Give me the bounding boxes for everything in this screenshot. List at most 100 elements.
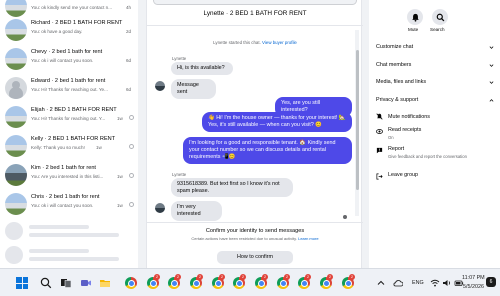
- mute-button[interactable]: [407, 9, 423, 25]
- search-label: Search: [430, 27, 445, 32]
- notification-badge: 2: [305, 274, 311, 280]
- avatar: [5, 48, 27, 70]
- task-view-icon[interactable]: [60, 277, 72, 289]
- chat-name: Chris · 2 bed 1 bath for rent: [31, 194, 100, 200]
- chat-list-item[interactable]: Chevy · 2 bed 1 bath for rent You: ok i …: [0, 46, 138, 76]
- chevron-up-icon[interactable]: [377, 279, 385, 287]
- chat-preview: You: Are you interested in this listi...: [31, 174, 104, 179]
- chat-name: Edward · 2 bed 1 bath for rent: [31, 78, 106, 84]
- outgoing-message[interactable]: I'm looking for a good and responsible t…: [183, 137, 352, 164]
- chrome-icon[interactable]: 2: [342, 274, 355, 289]
- chrome-icon[interactable]: 2: [255, 274, 268, 289]
- avatar: [5, 135, 27, 157]
- chat-preview: You: ok i will contact you soon.: [31, 58, 94, 63]
- conversation-panel: Lynette · 2 BED 1 BATH FOR RENT Lynette …: [146, 0, 363, 268]
- cloud-icon[interactable]: [393, 278, 403, 288]
- loading-placeholder: [5, 222, 131, 240]
- chrome-icon[interactable]: 2: [277, 274, 290, 289]
- clock-date[interactable]: 5/5/2026: [463, 284, 484, 290]
- mute-notifications-item[interactable]: Mute notifications: [388, 114, 430, 120]
- chat-time: 1w: [117, 174, 123, 179]
- media-files-links-row[interactable]: Media, files and links: [376, 79, 426, 85]
- notification-count-badge[interactable]: 6: [486, 277, 496, 287]
- scrollbar-thumb[interactable]: [355, 50, 359, 190]
- read-status-icon: [129, 115, 134, 120]
- chat-name: Elijah · 2 BED 1 BATH FOR RENT: [31, 107, 117, 113]
- incoming-message[interactable]: I'm very interested: [171, 201, 222, 221]
- chat-info-panel: Mute Search Customize chat Chat members …: [369, 0, 500, 268]
- incoming-message[interactable]: Message sent: [171, 79, 216, 99]
- search-icon[interactable]: [40, 277, 52, 289]
- avatar: [5, 193, 27, 215]
- seen-indicator: [343, 215, 347, 219]
- incoming-message[interactable]: 9315618389. But text first so I know it'…: [171, 178, 293, 197]
- volume-icon[interactable]: [442, 278, 452, 288]
- language-indicator[interactable]: ENG: [412, 280, 424, 286]
- learn-more-link[interactable]: Learn more: [298, 236, 318, 241]
- chat-list-item[interactable]: Kelly · 2 BED 1 BATH FOR RENT Kelly: Tha…: [0, 133, 138, 163]
- how-to-confirm-button[interactable]: How to confirm: [217, 251, 293, 264]
- chat-members-row[interactable]: Chat members: [376, 62, 411, 68]
- search-button[interactable]: [432, 9, 448, 25]
- chrome-icon[interactable]: 2: [190, 274, 203, 289]
- clock-time[interactable]: 11:07 PM: [462, 275, 485, 281]
- avatar: [5, 19, 27, 41]
- read-status-icon: [129, 144, 134, 149]
- report-description: Give feedback and report the conversatio…: [388, 154, 467, 159]
- windows-start-icon[interactable]: [16, 277, 28, 289]
- report-item[interactable]: Report: [388, 146, 404, 152]
- confirm-subtitle: Certain actions have been restricted due…: [147, 236, 363, 241]
- messenger-window: You: ok kindly send me your contact n...…: [0, 0, 500, 296]
- chat-list-item[interactable]: Chris · 2 bed 1 bath for rent You: ok i …: [0, 191, 138, 221]
- chrome-icon[interactable]: 2: [320, 274, 333, 289]
- sender-name: Lynette: [172, 56, 187, 61]
- chat-time: 2d: [126, 29, 132, 34]
- chat-preview: You: Hi! Thanks for reaching out. Ye...: [31, 87, 108, 92]
- chat-list-item[interactable]: Richard · 2 BED 1 BATH FOR RENT You: ok …: [0, 17, 138, 47]
- top-button[interactable]: [153, 0, 357, 5]
- chat-preview: You: ok kindly send me your contact n...: [31, 5, 113, 10]
- notification-badge: 2: [262, 274, 268, 280]
- chat-list-item[interactable]: Kim · 2 bed 1 bath for rent You: Are you…: [0, 162, 138, 192]
- scrollbar[interactable]: [355, 30, 359, 216]
- search-icon: [436, 13, 444, 21]
- read-receipts-item[interactable]: Read receipts: [388, 127, 421, 133]
- file-explorer-icon[interactable]: [99, 277, 111, 289]
- avatar: [5, 0, 27, 17]
- chat-time: 1w: [117, 203, 123, 208]
- notification-badge: 2: [240, 274, 246, 280]
- chat-list[interactable]: You: ok kindly send me your contact n...…: [0, 0, 138, 268]
- chrome-icon[interactable]: 2: [147, 274, 160, 289]
- chat-started-text: Lynette started this chat.: [213, 40, 261, 45]
- chrome-icon[interactable]: [125, 277, 137, 289]
- conversation-title: Lynette · 2 BED 1 BATH FOR RENT: [203, 10, 307, 17]
- leave-group-item[interactable]: Leave group: [388, 172, 418, 178]
- avatar: [155, 203, 165, 213]
- chrome-icon[interactable]: 2: [233, 274, 246, 289]
- meet-icon[interactable]: [80, 277, 92, 289]
- outgoing-message[interactable]: 👋 Hi! I'm the house owner — thanks for y…: [202, 112, 352, 132]
- chevron-down-icon[interactable]: [489, 80, 494, 85]
- confirm-title: Confirm your identity to send messages: [205, 228, 305, 234]
- notification-badge: 2: [154, 274, 160, 280]
- chevron-up-icon[interactable]: [489, 98, 494, 103]
- sender-name: Lynette: [172, 172, 187, 177]
- incoming-message[interactable]: Hi, is this available?: [171, 62, 233, 75]
- chat-list-item[interactable]: Elijah · 2 BED 1 BATH FOR RENT You: Hi! …: [0, 104, 138, 134]
- chrome-icon[interactable]: 2: [212, 274, 225, 289]
- leave-icon: [376, 173, 383, 180]
- wifi-icon[interactable]: [430, 278, 440, 288]
- chat-list-item[interactable]: Edward · 2 bed 1 bath for rent You: Hi! …: [0, 75, 138, 105]
- chrome-icon[interactable]: 2: [298, 274, 311, 289]
- loading-placeholder: [5, 246, 131, 264]
- chrome-icon[interactable]: 2: [168, 274, 181, 289]
- avatar: [5, 164, 27, 186]
- read-status-icon: [129, 202, 134, 207]
- chat-name: Chevy · 2 bed 1 bath for rent: [31, 49, 103, 55]
- chat-time: 6d: [126, 87, 132, 92]
- privacy-support-row[interactable]: Privacy & support: [376, 97, 418, 103]
- chevron-down-icon[interactable]: [489, 63, 494, 68]
- view-buyer-profile-link[interactable]: View buyer profile: [262, 40, 297, 45]
- chevron-down-icon[interactable]: [489, 45, 494, 50]
- customize-chat-row[interactable]: Customize chat: [376, 44, 413, 50]
